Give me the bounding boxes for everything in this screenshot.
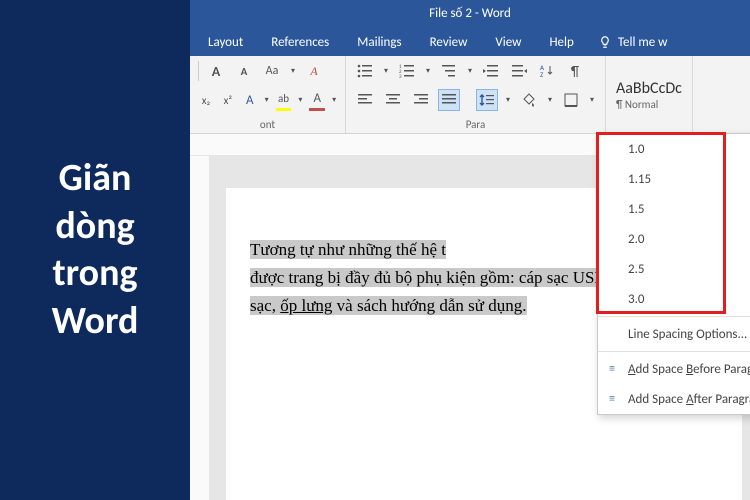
doc-text-underlined: ốp lưng xyxy=(280,296,332,315)
align-center-button[interactable] xyxy=(382,89,404,111)
tell-me-text: Tell me w xyxy=(618,35,668,50)
sort-button[interactable]: AZ xyxy=(536,60,558,82)
chevron-down-icon[interactable]: ▾ xyxy=(297,95,303,105)
side-panel: Giãn dòng trong Word xyxy=(0,0,190,500)
doc-text: Tương tự như những thế hệ t xyxy=(250,240,446,259)
doc-text: và sách hướng dẫn sử dụng. xyxy=(332,296,526,315)
style-name: ¶ Normal xyxy=(616,98,658,111)
add-space-before[interactable]: ≡Add Space Before Paragraph xyxy=(598,354,750,384)
tab-view[interactable]: View xyxy=(483,28,533,56)
chevron-down-icon[interactable]: ▾ xyxy=(331,95,337,105)
line-spacing-options[interactable]: Line Spacing Options... xyxy=(598,319,750,349)
paragraph-group-label: Para xyxy=(354,118,597,131)
chevron-down-icon[interactable]: ▾ xyxy=(264,95,270,105)
spacing-option-2-5[interactable]: 2.5 xyxy=(598,254,750,284)
bullets-button[interactable] xyxy=(354,60,376,82)
tab-review[interactable]: Review xyxy=(418,28,480,56)
doc-text: sạc, xyxy=(250,296,280,315)
chevron-down-icon[interactable]: ▾ xyxy=(546,95,554,105)
line-spacing-menu: 1.0 1.15 1.5 2.0 2.5 3.0 Line Spacing Op… xyxy=(597,133,750,415)
chevron-down-icon[interactable]: ▾ xyxy=(289,66,297,76)
borders-button[interactable] xyxy=(560,89,582,111)
shading-button[interactable] xyxy=(518,89,540,111)
justify-button[interactable] xyxy=(438,89,460,111)
clear-formatting-button[interactable]: A xyxy=(303,60,325,82)
line-spacing-button[interactable] xyxy=(476,89,498,111)
chevron-down-icon[interactable]: ▾ xyxy=(424,66,432,76)
ribbon-tabs: Layout References Mailings Review View H… xyxy=(190,28,750,56)
spacing-option-1-0[interactable]: 1.0 xyxy=(598,134,750,164)
spacing-option-3-0[interactable]: 3.0 xyxy=(598,284,750,314)
space-before-icon: ≡ xyxy=(604,362,620,376)
shrink-font-button[interactable]: A xyxy=(233,60,255,82)
svg-text:3: 3 xyxy=(399,74,402,78)
tab-layout[interactable]: Layout xyxy=(196,28,255,56)
title-bar: File số 2 - Word xyxy=(190,0,750,28)
chevron-down-icon[interactable]: ▾ xyxy=(504,95,512,105)
grow-font-button[interactable]: A xyxy=(205,60,227,82)
change-case-button[interactable]: Aa xyxy=(261,60,283,82)
tab-help[interactable]: Help xyxy=(537,28,585,56)
spacing-option-2-0[interactable]: 2.0 xyxy=(598,224,750,254)
font-color-button[interactable]: A xyxy=(309,89,325,111)
chevron-down-icon[interactable]: ▾ xyxy=(382,66,390,76)
style-sample: AaBbCcDc xyxy=(616,79,682,98)
highlight-button[interactable]: ab xyxy=(276,89,292,111)
align-right-button[interactable] xyxy=(410,89,432,111)
tab-references[interactable]: References xyxy=(259,28,341,56)
style-normal[interactable]: AaBbCcDc ¶ Normal xyxy=(606,56,693,133)
side-panel-text: Giãn dòng trong Word xyxy=(20,155,170,345)
bulb-icon xyxy=(598,35,612,49)
tab-mailings[interactable]: Mailings xyxy=(345,28,413,56)
increase-indent-button[interactable] xyxy=(508,60,530,82)
chevron-down-icon[interactable]: ▾ xyxy=(466,66,474,76)
align-left-button[interactable] xyxy=(354,89,376,111)
spacing-option-1-5[interactable]: 1.5 xyxy=(598,194,750,224)
ruler-vertical[interactable] xyxy=(190,156,210,500)
multilevel-list-button[interactable] xyxy=(438,60,460,82)
spacing-option-1-15[interactable]: 1.15 xyxy=(598,164,750,194)
numbering-button[interactable]: 123 xyxy=(396,60,418,82)
add-space-after[interactable]: ≡Add Space After Paragraph xyxy=(598,384,750,414)
font-group-label: ont xyxy=(198,118,337,131)
subscript-button[interactable]: x₂ xyxy=(198,89,214,111)
text-effects-button[interactable]: A xyxy=(242,89,258,111)
decrease-indent-button[interactable] xyxy=(480,60,502,82)
superscript-button[interactable]: x² xyxy=(220,89,236,111)
doc-text: được trang bị đầy đủ bộ phụ kiện gồm: cá… xyxy=(250,268,620,287)
chevron-down-icon[interactable]: ▾ xyxy=(588,95,596,105)
ribbon: A A Aa ▾ A x₂ x² A ▾ ab ▾ A ▾ ont ▾ 123 ▾ xyxy=(190,56,750,134)
space-after-icon: ≡ xyxy=(604,392,620,406)
tell-me[interactable]: Tell me w xyxy=(598,35,668,50)
pilcrow-button[interactable]: ¶ xyxy=(564,60,586,82)
